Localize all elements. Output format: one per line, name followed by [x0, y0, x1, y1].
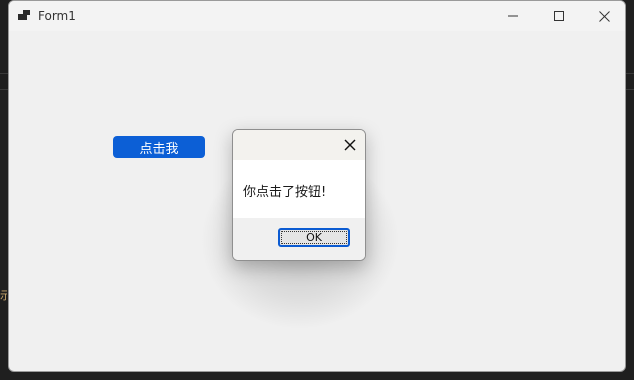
close-icon: [598, 10, 610, 22]
dialog-footer: OK: [233, 218, 365, 260]
minimize-icon: [508, 15, 518, 17]
message-box-dialog: 你点击了按钮! OK: [232, 129, 366, 261]
desktop-background: 示 Form1 点击我 你点击了按钮! OK: [0, 0, 634, 380]
window-close-button[interactable]: [581, 1, 625, 31]
dialog-titlebar[interactable]: [233, 130, 365, 160]
maximize-button[interactable]: [536, 1, 582, 31]
dialog-message: 你点击了按钮!: [243, 185, 327, 200]
maximize-icon: [554, 11, 564, 21]
minimize-button[interactable]: [490, 1, 536, 31]
window-title: Form1: [38, 9, 76, 23]
background-text-fragment: 示: [0, 289, 7, 302]
ok-button[interactable]: OK: [278, 228, 350, 247]
click-me-button[interactable]: 点击我: [113, 136, 205, 158]
window-titlebar[interactable]: Form1: [9, 1, 625, 31]
app-icon: [18, 10, 30, 20]
close-icon[interactable]: [343, 138, 357, 152]
